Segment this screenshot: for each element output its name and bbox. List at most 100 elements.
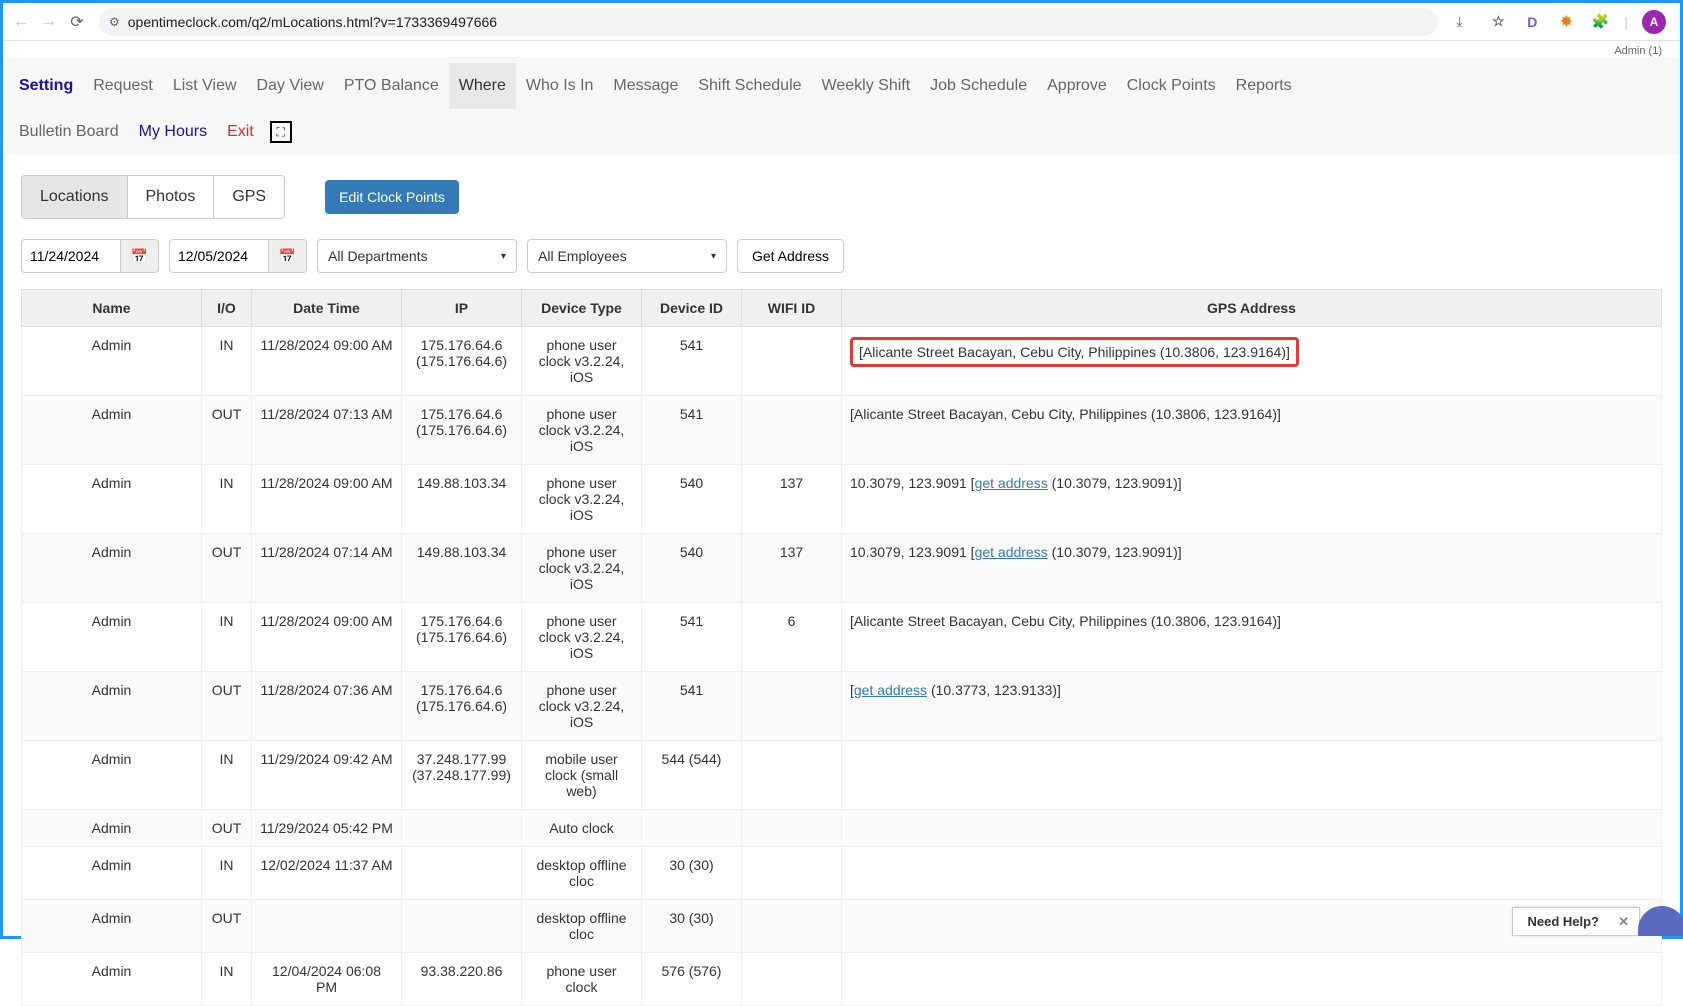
- date-to-calendar-icon[interactable]: 📅: [269, 239, 307, 273]
- table-cell: 11/29/2024 05:42 PM: [252, 810, 402, 847]
- table-cell: 11/28/2024 09:00 AM: [252, 327, 402, 396]
- tab-request[interactable]: Request: [83, 63, 163, 109]
- table-cell: 540: [642, 534, 742, 603]
- date-to-input[interactable]: [169, 239, 269, 273]
- table-cell: 12/02/2024 11:37 AM: [252, 847, 402, 900]
- tab-bulletin-board[interactable]: Bulletin Board: [9, 109, 129, 155]
- gps-cell: [842, 847, 1662, 900]
- fullscreen-icon[interactable]: ⛶: [270, 121, 292, 143]
- table-cell: Admin: [22, 534, 202, 603]
- date-from-group: 📅: [21, 239, 159, 273]
- install-app-icon[interactable]: ⤓: [1456, 13, 1474, 31]
- extension-bug-icon[interactable]: ✸: [1556, 12, 1576, 32]
- employee-dropdown[interactable]: All Employees: [527, 239, 727, 273]
- reload-icon[interactable]: ⟳: [67, 12, 87, 32]
- table-cell: desktop offline cloc: [522, 847, 642, 900]
- tab-weekly-shift[interactable]: Weekly Shift: [812, 63, 921, 109]
- tab-day-view[interactable]: Day View: [247, 63, 334, 109]
- table-cell: 37.248.177.99 (37.248.177.99): [402, 741, 522, 810]
- table-cell: 541: [642, 327, 742, 396]
- tab-approve[interactable]: Approve: [1037, 63, 1117, 109]
- subtab-gps[interactable]: GPS: [214, 176, 284, 218]
- help-label: Need Help?: [1527, 914, 1599, 929]
- table-cell: phone user clock v3.2.24, iOS: [522, 672, 642, 741]
- edit-clock-points-button[interactable]: Edit Clock Points: [325, 180, 459, 214]
- table-cell: 149.88.103.34: [402, 534, 522, 603]
- back-icon[interactable]: ←: [11, 12, 31, 32]
- table-cell: OUT: [202, 810, 252, 847]
- th-device-type: Device Type: [522, 290, 642, 327]
- table-cell: desktop offline cloc: [522, 900, 642, 953]
- department-dropdown[interactable]: All Departments: [317, 239, 517, 273]
- tab-exit[interactable]: Exit: [217, 109, 264, 155]
- tab-message[interactable]: Message: [603, 63, 688, 109]
- get-address-link[interactable]: get address: [975, 475, 1048, 491]
- bookmark-star-icon[interactable]: ☆: [1488, 12, 1508, 32]
- gps-cell: [842, 810, 1662, 847]
- browser-actions: ⤓ ☆ D ✸ 🧩 | A: [1456, 10, 1672, 34]
- table-cell: IN: [202, 847, 252, 900]
- table-cell: [742, 847, 842, 900]
- table-row: AdminOUT11/28/2024 07:14 AM149.88.103.34…: [22, 534, 1662, 603]
- th-ip: IP: [402, 290, 522, 327]
- address-bar[interactable]: ⚙ opentimeclock.com/q2/mLocations.html?v…: [99, 8, 1438, 36]
- table-cell: Admin: [22, 672, 202, 741]
- site-settings-icon[interactable]: ⚙: [109, 15, 120, 29]
- browser-toolbar: ← → ⟳ ⚙ opentimeclock.com/q2/mLocations.…: [3, 3, 1680, 41]
- subtab-photos[interactable]: Photos: [128, 176, 215, 218]
- th-device-id: Device ID: [642, 290, 742, 327]
- gps-cell: [Alicante Street Bacayan, Cebu City, Phi…: [842, 327, 1662, 396]
- table-cell: [742, 327, 842, 396]
- tab-my-hours[interactable]: My Hours: [129, 109, 217, 155]
- tab-pto-balance[interactable]: PTO Balance: [334, 63, 449, 109]
- table-cell: 93.38.220.86: [402, 953, 522, 1006]
- table-cell: Admin: [22, 603, 202, 672]
- department-selected: All Departments: [328, 248, 428, 264]
- profile-avatar[interactable]: A: [1642, 10, 1666, 34]
- table-cell: 11/28/2024 07:14 AM: [252, 534, 402, 603]
- tab-setting[interactable]: Setting: [9, 63, 83, 109]
- forward-icon[interactable]: →: [39, 12, 59, 32]
- subtab-locations[interactable]: Locations: [22, 176, 128, 218]
- table-cell: phone user clock v3.2.24, iOS: [522, 396, 642, 465]
- filters-row: 📅 📅 All Departments All Employees Get Ad…: [21, 239, 1662, 273]
- get-address-link[interactable]: get address: [854, 682, 927, 698]
- date-from-calendar-icon[interactable]: 📅: [121, 239, 159, 273]
- get-address-button[interactable]: Get Address: [737, 239, 844, 273]
- help-close-icon[interactable]: ✕: [1618, 914, 1629, 930]
- tab-clock-points[interactable]: Clock Points: [1117, 63, 1226, 109]
- table-cell: 11/29/2024 09:42 AM: [252, 741, 402, 810]
- table-row: AdminIN11/29/2024 09:42 AM37.248.177.99 …: [22, 741, 1662, 810]
- table-cell: 137: [742, 534, 842, 603]
- get-address-link[interactable]: get address: [975, 544, 1048, 560]
- tab-list-view[interactable]: List View: [163, 63, 247, 109]
- extensions-puzzle-icon[interactable]: 🧩: [1590, 12, 1610, 32]
- table-cell: phone user clock v3.2.24, iOS: [522, 465, 642, 534]
- gps-cell: [842, 953, 1662, 1006]
- tab-who-is-in[interactable]: Who Is In: [516, 63, 604, 109]
- table-cell: [742, 741, 842, 810]
- date-to-group: 📅: [169, 239, 307, 273]
- table-cell: 30 (30): [642, 900, 742, 953]
- table-row: AdminIN12/04/2024 06:08 PM93.38.220.86ph…: [22, 953, 1662, 1006]
- date-from-input[interactable]: [21, 239, 121, 273]
- table-row: AdminIN11/28/2024 09:00 AM175.176.64.6 (…: [22, 327, 1662, 396]
- extension-d-icon[interactable]: D: [1522, 12, 1542, 32]
- table-cell: 175.176.64.6 (175.176.64.6): [402, 396, 522, 465]
- gps-cell: [842, 741, 1662, 810]
- th-datetime: Date Time: [252, 290, 402, 327]
- table-cell: 540: [642, 465, 742, 534]
- gps-text: 10.3079, 123.9091 [: [850, 544, 975, 560]
- table-cell: phone user clock v3.2.24, iOS: [522, 534, 642, 603]
- tab-where[interactable]: Where: [449, 63, 516, 109]
- table-cell: 11/28/2024 07:13 AM: [252, 396, 402, 465]
- tab-shift-schedule[interactable]: Shift Schedule: [688, 63, 811, 109]
- tab-reports[interactable]: Reports: [1226, 63, 1302, 109]
- th-io: I/O: [202, 290, 252, 327]
- table-cell: 11/28/2024 09:00 AM: [252, 465, 402, 534]
- table-cell: [742, 900, 842, 953]
- help-widget[interactable]: Need Help? ✕: [1512, 907, 1640, 936]
- tab-job-schedule[interactable]: Job Schedule: [920, 63, 1037, 109]
- locations-table: Name I/O Date Time IP Device Type Device…: [21, 289, 1662, 1006]
- divider: |: [1624, 14, 1628, 30]
